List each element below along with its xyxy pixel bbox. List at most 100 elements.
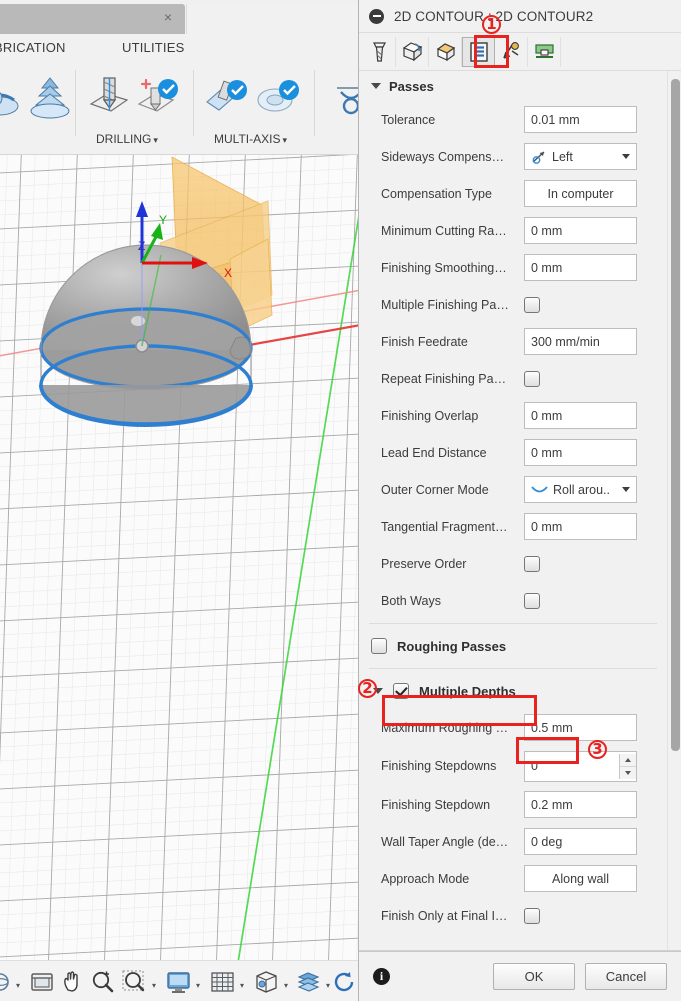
ribbon-toolbar: DRILLING ▾ MULTI-AXIS ▾ [0,62,363,155]
spinner-finishing-stepdowns[interactable]: 0 [524,750,637,782]
combo-compensation-type-value: In computer [547,186,614,201]
input-lead-end-distance[interactable]: 0 mm [524,439,637,466]
chevron-down-icon[interactable]: ▾ [240,981,244,990]
input-tangential-fragment[interactable]: 0 mm [524,513,637,540]
combo-approach-mode[interactable]: Along wall [524,865,637,892]
input-finishing-stepdown[interactable]: 0.2 mm [524,791,637,818]
info-icon[interactable]: i [373,968,390,985]
row-compensation-type: Compensation Type In computer [359,175,667,212]
checkbox-multiple-finishing-passes[interactable] [524,296,540,313]
annotation-marker-3: 3 [588,740,607,759]
ok-button[interactable]: OK [493,963,575,990]
group-roughing-passes[interactable]: Roughing Passes [359,628,667,664]
label-maximum-roughing-stepdown: Maximum Roughing … [381,720,509,735]
chevron-down-icon: ▾ [153,135,158,145]
input-maximum-roughing-stepdown[interactable]: 0.5 mm [524,714,637,741]
ribbon-tab-utilities[interactable]: UTILITIES [122,40,184,55]
input-finishing-overlap[interactable]: 0 mm [524,402,637,429]
checkbox-roughing-passes[interactable] [371,638,387,654]
dialog-scrollbar[interactable] [667,71,681,950]
screenshot-root: × BRICATION UTILITIES DRILLING ▾ MULTI-A… [0,0,681,1001]
spinner-finishing-stepdowns-value: 0 [531,759,538,773]
row-wall-taper-angle: Wall Taper Angle (de… 0 deg [359,823,667,860]
checkbox-both-ways[interactable] [524,592,540,609]
contour-3d-icon[interactable] [28,74,72,122]
label-compensation-type: Compensation Type [381,186,492,201]
spinner-down-button[interactable] [620,766,636,779]
chevron-down-icon[interactable]: ▾ [284,981,288,990]
document-tab[interactable]: × [0,4,185,34]
zoom-window-icon[interactable] [122,970,148,994]
row-tangential-fragment: Tangential Fragment… 0 mm [359,508,667,545]
drill-icon[interactable] [85,74,131,120]
input-wall-taper-angle[interactable]: 0 deg [524,828,637,855]
label-sideways-compensation: Sideways Compens… [381,149,504,164]
input-finishing-smoothing[interactable]: 0 mm [524,254,637,281]
input-finish-feedrate[interactable]: 300 mm/min [524,328,637,355]
swarf-icon[interactable] [203,74,251,120]
input-tolerance[interactable]: 0.01 mm [524,106,637,133]
heights-tab-icon[interactable] [429,36,462,67]
divider [369,668,657,669]
combo-sideways-compensation[interactable]: Left [524,143,637,170]
checkbox-multiple-depths[interactable] [393,683,409,699]
row-finish-only-at-final-depth: Finish Only at Final I… [359,897,667,934]
layers-icon[interactable] [296,970,322,994]
close-icon[interactable]: × [161,10,175,24]
row-approach-mode: Approach Mode Along wall [359,860,667,897]
section-header-passes-label: Passes [389,78,434,94]
orbit-icon[interactable] [0,971,16,993]
label-lead-end-distance: Lead End Distance [381,445,487,460]
annotation-marker-2: 2 [358,679,377,698]
viewports-icon[interactable] [254,970,280,994]
ribbon-tab-fabrication[interactable]: BRICATION [0,40,66,55]
chevron-down-icon[interactable]: ▾ [326,981,330,990]
geometry-tab-icon[interactable] [396,36,429,67]
label-tolerance: Tolerance [381,112,436,127]
multi-axis-contour-icon[interactable] [255,74,303,120]
spinner-up-button[interactable] [620,753,636,767]
view-navigation-bar: ▾ ▾ ▾ ▾ ▾ ▾ [0,960,360,1001]
ribbon-group-drilling[interactable]: DRILLING ▾ [96,132,158,146]
add-drill-icon[interactable] [133,74,181,120]
minus-icon[interactable] [369,8,384,24]
dialog-scroll-body: Passes Tolerance 0.01 mm Sideways Compen… [359,71,681,951]
adaptive-clearing-icon[interactable] [0,76,26,122]
combo-outer-corner-mode[interactable]: Roll arou.. [524,476,637,503]
chevron-down-icon[interactable]: ▾ [152,981,156,990]
checkbox-finish-only-at-final-depth[interactable] [524,907,540,924]
checkbox-repeat-finishing-passes[interactable] [524,370,540,387]
chevron-down-icon[interactable]: ▾ [196,981,200,990]
dialog-scrollbar-thumb[interactable] [671,79,680,751]
grid-snaps-icon[interactable] [210,970,236,994]
group-multiple-depths[interactable]: Multiple Depths [359,673,667,709]
refresh-icon[interactable] [332,970,358,994]
row-minimum-cutting-radius: Minimum Cutting Ra… 0 mm [359,212,667,249]
ribbon-group-multi-axis[interactable]: MULTI-AXIS ▾ [214,132,287,146]
model-viewport[interactable]: Z Y X [0,155,360,960]
zoom-icon[interactable] [90,970,116,994]
chevron-down-icon[interactable]: ▾ [16,981,20,990]
chevron-down-icon [622,154,630,159]
row-finishing-stepdowns: Finishing Stepdowns 0 [359,746,667,786]
input-minimum-cutting-radius[interactable]: 0 mm [524,217,637,244]
section-header-passes[interactable]: Passes [359,71,667,101]
ribbon-group-drilling-label: DRILLING [96,132,152,146]
linking-tab-icon[interactable] [495,36,528,67]
tool-tab-icon[interactable] [363,36,396,67]
row-outer-corner-mode: Outer Corner Mode Roll arou.. [359,471,667,508]
axis-label-z: Z [138,239,145,253]
combo-compensation-type[interactable]: In computer [524,180,637,207]
checkbox-preserve-order[interactable] [524,555,540,572]
manual-ncc-tab-icon[interactable] [528,36,561,67]
display-settings-icon[interactable] [166,970,192,994]
spinner-buttons[interactable] [619,753,636,779]
cancel-button[interactable]: Cancel [585,963,667,990]
look-at-icon[interactable] [30,970,54,994]
divider [369,623,657,624]
pan-icon[interactable] [60,970,84,994]
annotation-marker-1: 1 [482,15,501,34]
passes-tab-icon[interactable] [462,36,495,67]
row-finishing-smoothing: Finishing Smoothing… 0 mm [359,249,667,286]
label-finishing-stepdowns: Finishing Stepdowns [381,759,497,773]
